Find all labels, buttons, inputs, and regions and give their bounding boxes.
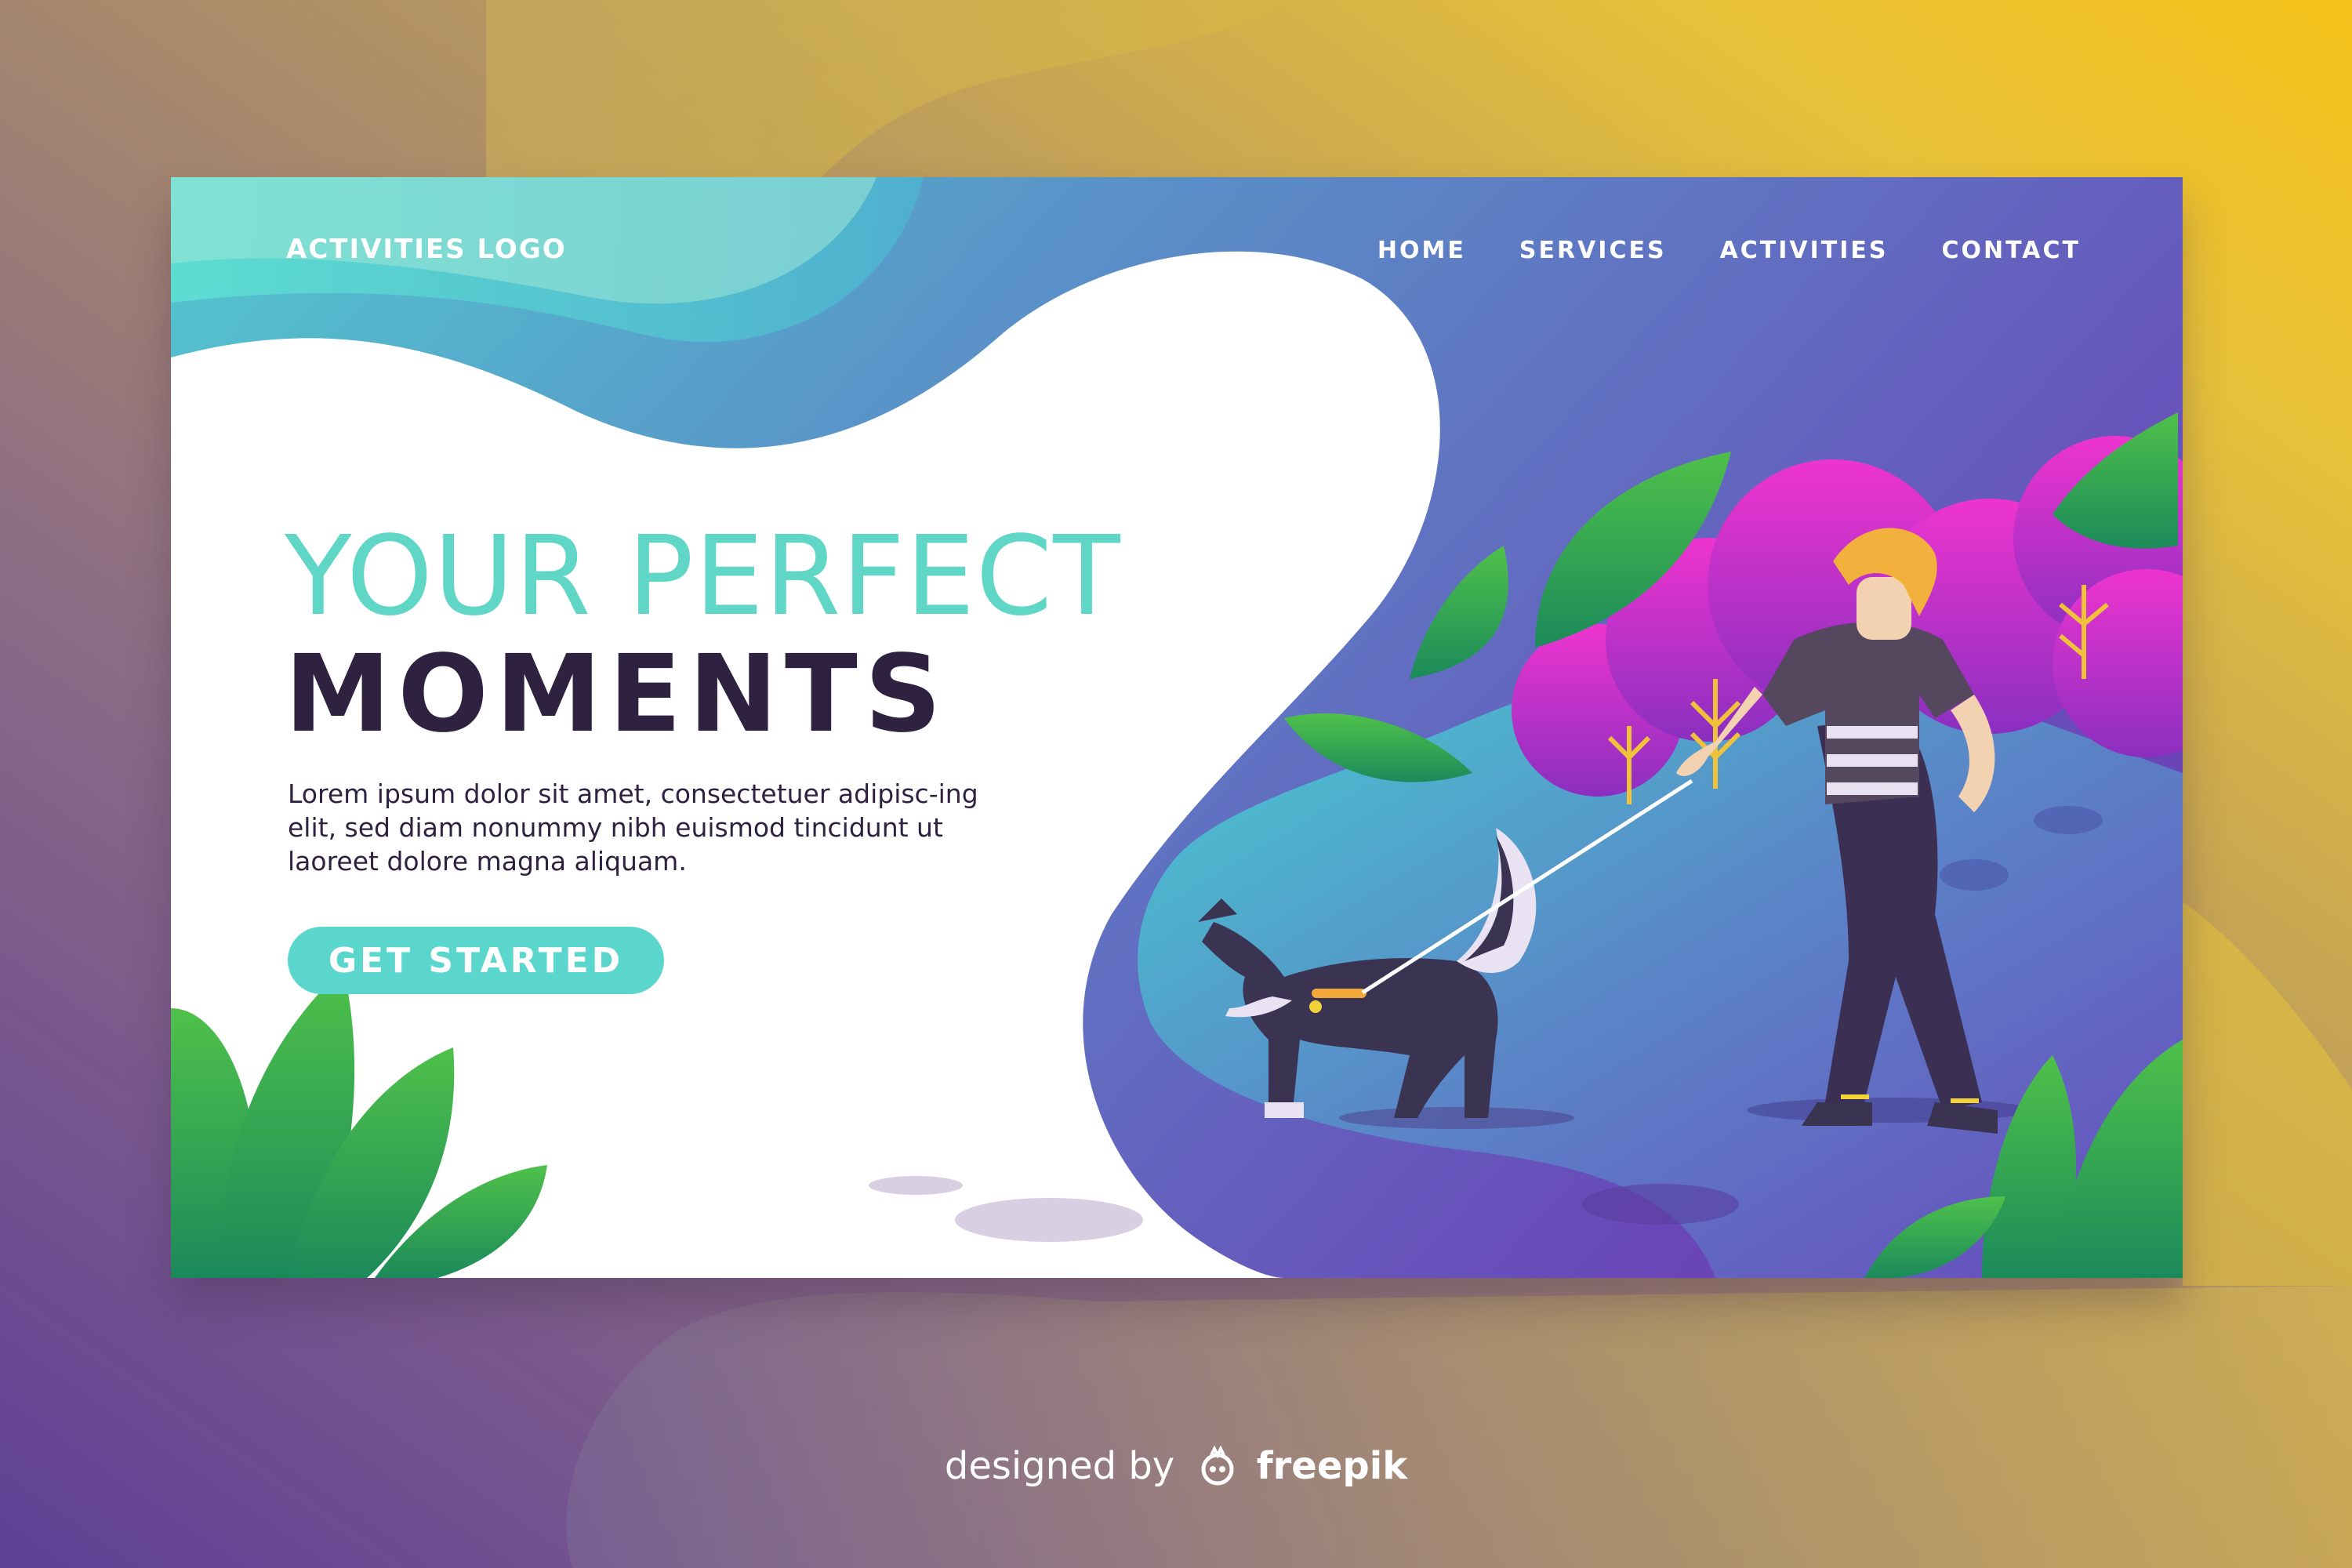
nav-home[interactable]: HOME xyxy=(1377,234,1466,268)
activities-logo[interactable]: ACTIVITIES LOGO xyxy=(286,234,567,265)
credit-prefix: designed by xyxy=(944,1444,1175,1488)
headline-your-perfect: YOUR PERFECT xyxy=(285,513,1121,641)
background-blob-top xyxy=(486,0,1286,196)
nav-services[interactable]: SERVICES xyxy=(1519,234,1667,268)
designer-credit: designed by freepik xyxy=(0,1444,2352,1488)
headline-moments: MOMENTS xyxy=(285,633,949,757)
main-nav: HOME SERVICES ACTIVITIES CONTACT xyxy=(1324,234,2081,268)
landing-page-card: ACTIVITIES LOGO HOME SERVICES ACTIVITIES… xyxy=(171,177,2183,1278)
freepik-logo-icon xyxy=(1201,1445,1234,1486)
background-blob-bottom xyxy=(566,1286,2352,1568)
hero-description: Lorem ipsum dolor sit amet, consectetuer… xyxy=(288,779,978,877)
background-blob-right xyxy=(2183,902,2352,1286)
get-started-button[interactable]: GET STARTED xyxy=(288,927,664,994)
credit-brand[interactable]: freepik xyxy=(1257,1444,1407,1488)
nav-contact[interactable]: CONTACT xyxy=(1942,234,2081,268)
nav-activities[interactable]: ACTIVITIES xyxy=(1720,234,1889,268)
